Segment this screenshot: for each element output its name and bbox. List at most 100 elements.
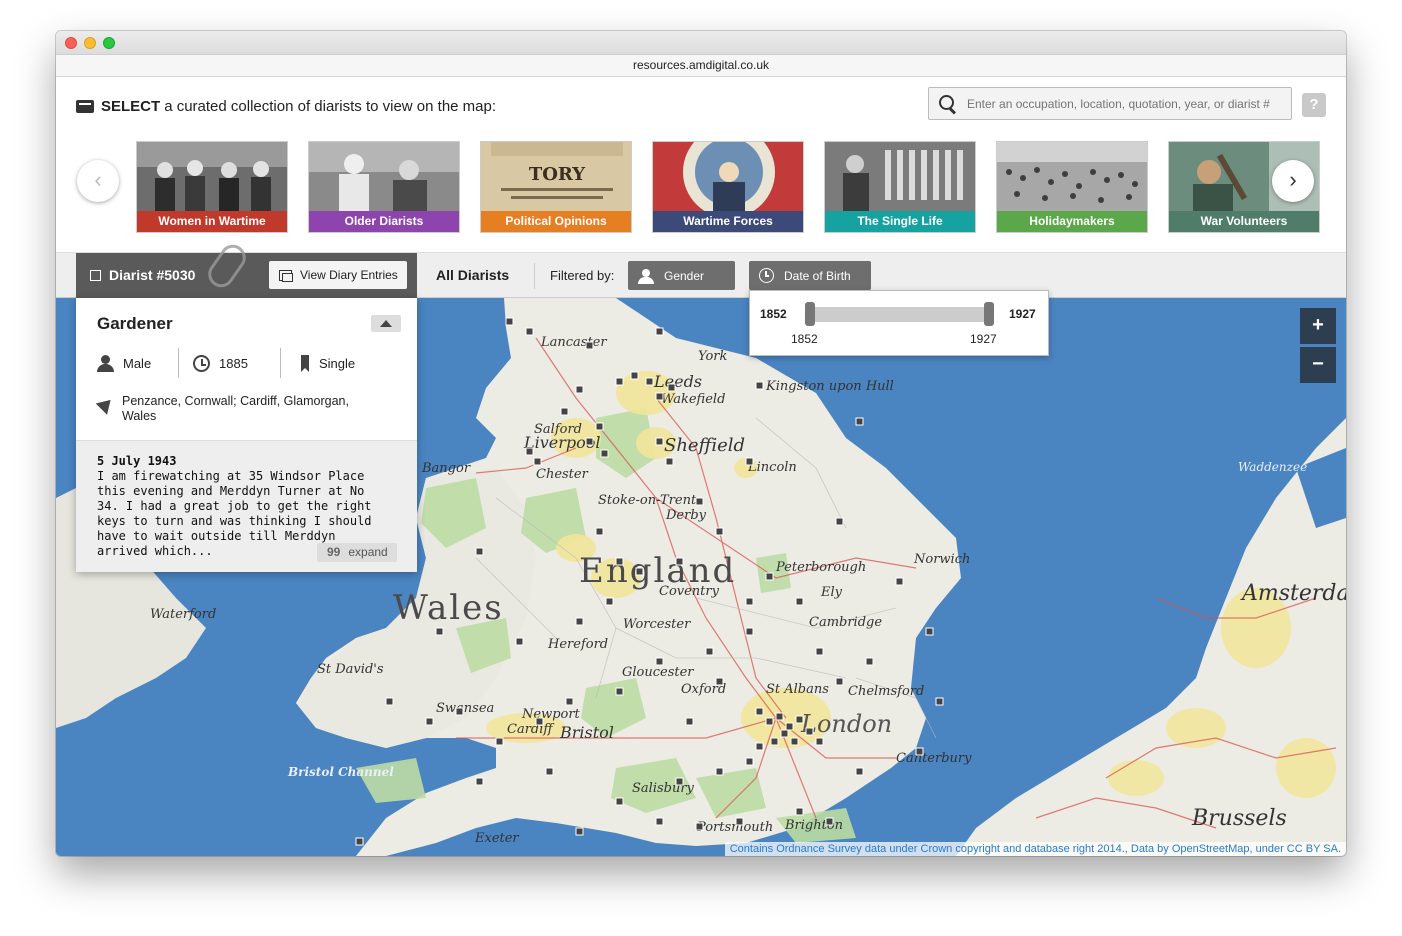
date-range-max-label: 1927 (1009, 307, 1036, 321)
clock-icon (193, 354, 210, 372)
diarist-birth-year-value: 1885 (219, 355, 248, 371)
selected-diarist-tab: Diarist #5030 View Diary Entries (76, 239, 417, 298)
map-label-gloucester: Gloucester (622, 665, 694, 680)
chevron-right-icon: › (1289, 167, 1297, 192)
chevron-left-icon: ‹ (94, 167, 102, 192)
bookmark-icon (301, 354, 309, 372)
diarist-detail-card: Gardener Male 1885 Single Penzance, Corn… (76, 298, 417, 572)
close-window-button[interactable] (65, 37, 77, 49)
map-label-lancaster: Lancaster (540, 335, 607, 350)
date-range-selected-min: 1852 (791, 332, 818, 346)
carousel-next-button[interactable]: › (1272, 160, 1314, 202)
diary-entry-excerpt: 5 July 1943 I am firewatching at 35 Wind… (76, 440, 417, 572)
diarist-birth-year: 1885 (179, 348, 281, 378)
gender-filter-label: Gender (664, 268, 705, 283)
collection-tile-political-opinions[interactable]: TORY Political Opinions (480, 141, 632, 233)
view-diary-entries-label: View Diary Entries (300, 268, 398, 282)
collection-photo (309, 142, 459, 213)
map-label-norwich: Norwich (913, 552, 970, 567)
expand-entry-button[interactable]: 99 expand (317, 543, 397, 562)
date-of-birth-filter-button[interactable]: Date of Birth (749, 261, 871, 290)
search-icon (939, 94, 957, 113)
map-label-exeter: Exeter (474, 831, 519, 846)
collection-label: Older Diarists (309, 211, 459, 232)
diarist-occupation: Gardener (97, 314, 173, 333)
collection-photo (137, 142, 287, 213)
collapse-card-button[interactable] (371, 315, 401, 332)
date-range-min-handle[interactable] (805, 302, 815, 326)
map-label-london: London (800, 710, 892, 738)
view-diary-entries-button[interactable]: View Diary Entries (269, 261, 407, 289)
carousel-prev-button[interactable]: ‹ (77, 160, 119, 202)
entry-date: 5 July 1943 (97, 454, 177, 468)
map-attribution[interactable]: Contains Ordnance Survey data under Crow… (724, 842, 1346, 856)
map-label-newport: Newport (521, 707, 581, 722)
map-label-salisbury: Salisbury (632, 781, 695, 796)
map-label-portsmouth: Portsmouth (696, 820, 773, 835)
person-icon (97, 355, 114, 372)
svg-text:TORY: TORY (529, 164, 586, 185)
map-label-worcester: Worcester (623, 617, 691, 632)
collection-photo (825, 142, 975, 213)
help-button[interactable]: ? (1302, 93, 1326, 117)
collection-tile-women-in-wartime[interactable]: Women in Wartime (136, 141, 288, 233)
map-label-brussels: Brussels (1191, 806, 1287, 831)
map-label-waddenzee: Waddenzee (1238, 460, 1307, 474)
map-label-ely: Ely (820, 585, 843, 600)
map-label-coventry: Coventry (659, 584, 720, 599)
gender-filter-button[interactable]: Gender (628, 261, 735, 290)
collection-tile-holidaymakers[interactable]: Holidaymakers (996, 141, 1148, 233)
diarist-location-value: Penzance, Cornwall; Cardiff, Glamorgan, … (122, 394, 349, 423)
diarist-checkbox[interactable] (90, 270, 101, 281)
diarist-marital-status-value: Single (319, 355, 356, 371)
filtered-by-label: Filtered by: (550, 268, 615, 283)
map-label-wakefield: Wakefield (661, 392, 725, 407)
map-label-bristol: Bristol (559, 723, 614, 742)
collection-tile-wartime-forces[interactable]: Wartime Forces (652, 141, 804, 233)
diarist-gender-value: Male (123, 355, 152, 371)
collection-label: Wartime Forces (653, 211, 803, 232)
map-label-cambridge: Cambridge (809, 615, 882, 630)
select-instruction: SELECT a curated collection of diarists … (76, 98, 496, 115)
map-label-wales: Wales (393, 588, 504, 628)
collection-label: The Single Life (825, 211, 975, 232)
all-diarists-link[interactable]: All Diarists (436, 267, 509, 283)
map-label-chelmsford: Chelmsford (848, 684, 924, 699)
quote-icon: 99 (327, 545, 341, 559)
select-bold-label: SELECT (101, 98, 161, 115)
map-label-derby: Derby (665, 508, 707, 523)
map-label-st-davids: St David's (317, 662, 384, 677)
zoom-window-button[interactable] (103, 37, 115, 49)
zoom-out-button[interactable]: − (1300, 347, 1336, 383)
map-label-lincoln: Lincoln (747, 460, 797, 475)
clock-icon (759, 268, 774, 283)
minimize-window-button[interactable] (84, 37, 96, 49)
date-range-track[interactable] (806, 307, 991, 322)
map-label-bristol-channel: Bristol Channel (287, 765, 394, 779)
map-label-cardiff: Cardiff (507, 722, 555, 737)
map-label-canterbury: Canterbury (896, 751, 972, 766)
search-input[interactable] (967, 96, 1287, 111)
collection-icon (76, 100, 94, 113)
diarist-title: Diarist #5030 (109, 267, 196, 283)
zoom-in-button[interactable]: + (1300, 308, 1336, 344)
browser-window: resources.amdigital.co.uk SELECT a curat… (56, 31, 1346, 856)
toolbar-divider (534, 263, 535, 289)
search-box[interactable] (928, 87, 1292, 120)
person-icon (638, 268, 654, 284)
select-rest-label: a curated collection of diarists to view… (164, 98, 497, 115)
copy-icon (279, 269, 293, 282)
collection-tile-the-single-life[interactable]: The Single Life (824, 141, 976, 233)
collection-label: Political Opinions (481, 211, 631, 232)
date-range-max-handle[interactable] (984, 302, 994, 326)
map-label-st-albans: St Albans (766, 682, 829, 697)
diarist-facts: Male 1885 Single (97, 348, 407, 378)
diarist-location: Penzance, Cornwall; Cardiff, Glamorgan, … (97, 394, 372, 424)
diarist-marital-status: Single (281, 348, 355, 378)
collection-photo (997, 142, 1147, 213)
address-bar[interactable]: resources.amdigital.co.uk (56, 55, 1346, 77)
collection-label: Women in Wartime (137, 211, 287, 232)
map-label-york: York (698, 349, 727, 364)
collection-tile-older-diarists[interactable]: Older Diarists (308, 141, 460, 233)
diarist-gender: Male (97, 348, 179, 378)
